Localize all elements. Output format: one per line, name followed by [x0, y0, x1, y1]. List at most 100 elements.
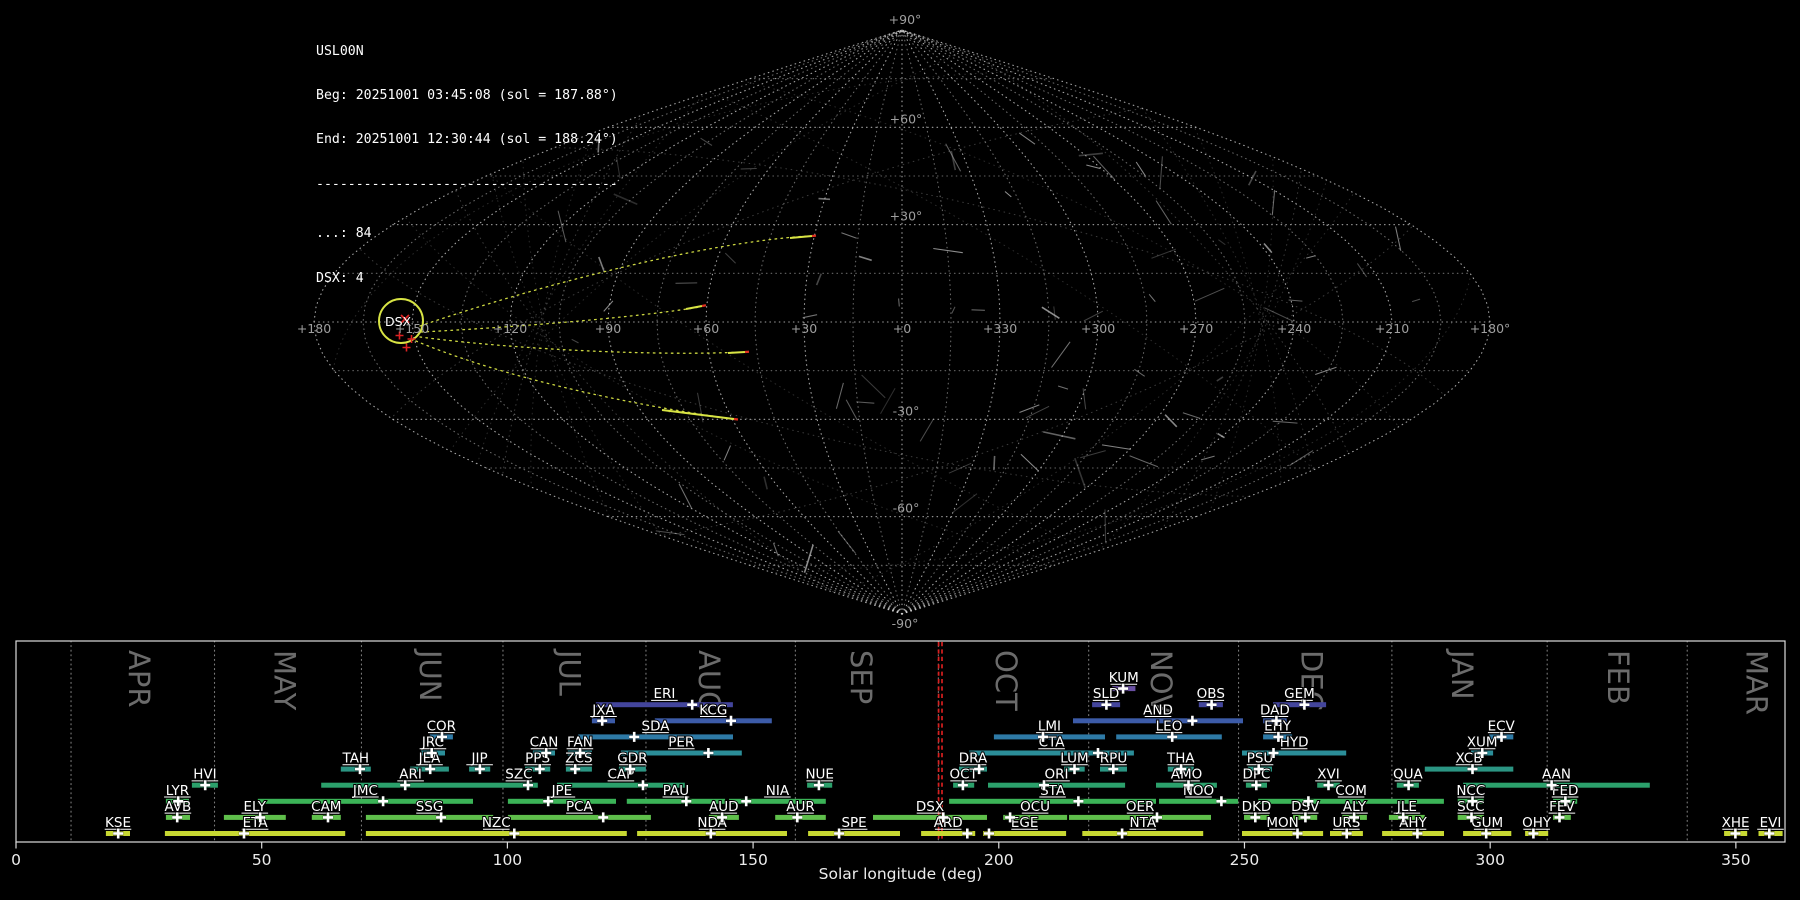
meteor-dash: [972, 310, 985, 311]
meteor-dash: [1130, 456, 1158, 467]
x-tick-label: 150: [738, 851, 768, 869]
month-label: JUN: [413, 648, 447, 701]
meteor-dash: [1054, 306, 1056, 319]
station-id: USL00N: [316, 45, 618, 60]
meteor-dash: [899, 299, 900, 307]
meteor-dash: [679, 484, 691, 508]
observation-info-panel: USL00N Beg: 20251001 03:45:08 (sol = 187…: [316, 15, 618, 301]
peak-marker-PER: [703, 748, 713, 758]
shower-label-COM: COM: [1335, 783, 1367, 799]
lon-label: +270: [1179, 321, 1213, 336]
meteor-dash: [1043, 432, 1075, 439]
meteor-dash: [1086, 165, 1100, 169]
meteor-dash: [1019, 405, 1039, 413]
peak-marker-STA: [1073, 796, 1083, 806]
end-time-line: End: 20251001 12:30:44 (sol = 188.24°): [316, 133, 618, 148]
x-tick-label: 200: [984, 851, 1014, 869]
lon-label: +210: [1375, 321, 1409, 336]
meteor-dash: [724, 446, 730, 461]
meteor-dash: [1195, 288, 1224, 301]
separator-line: --------------------------------------: [316, 178, 618, 193]
dsx-track-solid: [728, 352, 745, 353]
month-label: FEB: [1601, 650, 1635, 705]
meteor-dash: [838, 531, 856, 553]
meteor-dash: [604, 301, 613, 312]
month-label: OCT: [989, 650, 1023, 711]
meteor-dash: [803, 315, 817, 318]
x-tick-label: 0: [11, 851, 21, 869]
shower-label-AAN: AAN: [1542, 767, 1571, 783]
peak-marker-KCG: [726, 716, 736, 726]
begin-time-line: Beg: 20251001 03:45:08 (sol = 187.88°): [316, 89, 618, 104]
shower-bar-PCA: [508, 815, 651, 820]
dsx-track-dotted: [416, 341, 733, 419]
meteor-plus-marker: [403, 344, 411, 352]
shower-label-PER: PER: [668, 735, 694, 751]
lon-label: +330: [983, 321, 1017, 336]
peak-marker-SDA: [629, 732, 639, 742]
x-tick-label: 300: [1475, 851, 1505, 869]
shower-bar-NTA: [1082, 831, 1203, 836]
pole-label-north: +90°: [889, 12, 922, 27]
meteor-dash: [1084, 311, 1103, 321]
meteor-dash: [1021, 454, 1039, 471]
shower-bar-MON: [1242, 831, 1323, 836]
meteor-dash: [1183, 413, 1200, 418]
shower-bar-SPE: [808, 831, 900, 836]
meteor-dash: [1083, 388, 1086, 409]
meteor-dash: [741, 169, 757, 170]
meteor-dash: [856, 402, 874, 403]
shower-bar-NZC: [366, 831, 627, 836]
meteor-dash: [1058, 386, 1068, 389]
meteor-dash: [1273, 421, 1298, 423]
meteor-dash: [846, 400, 857, 420]
meteor-dash: [817, 274, 822, 285]
dsx-track-solid: [790, 236, 812, 238]
month-label: SEP: [844, 650, 878, 704]
shower-label-AND: AND: [1143, 702, 1173, 718]
lon-label: +30: [791, 321, 817, 336]
shower-bar-SSG: [366, 815, 493, 820]
dsx-track-solid: [686, 306, 702, 309]
meteor-dash: [805, 545, 814, 573]
month-label: JUL: [552, 648, 586, 696]
meteor-dash: [952, 307, 955, 314]
meteor-dash: [1080, 451, 1106, 458]
meteor-dash: [1105, 509, 1106, 542]
dsx-count-line: DSX: 4: [316, 272, 618, 287]
meteor-dash: [1249, 171, 1256, 185]
shower-label-MON: MON: [1266, 815, 1298, 831]
meteor-dash: [836, 383, 843, 409]
peak-marker-JMC: [378, 796, 388, 806]
lat-label: +30°: [890, 209, 923, 224]
shower-label-PCA: PCA: [566, 799, 594, 815]
peak-marker-EGE: [984, 829, 994, 839]
x-axis-title: Solar longitude (deg): [819, 865, 983, 883]
dsx-track-solid: [662, 410, 734, 419]
meteor-dash: [1079, 153, 1103, 155]
meteor-dash: [862, 375, 886, 398]
lon-label: +240: [1277, 321, 1311, 336]
shower-label-OCU: OCU: [1020, 799, 1050, 815]
shower-bar-DSX: [873, 815, 987, 820]
shower-label-ARI: ARI: [399, 767, 422, 783]
meteor-dash: [701, 138, 712, 145]
meteor-dash: [1201, 456, 1215, 460]
shower-bar-SDA: [578, 734, 733, 739]
meteor-dash: [1265, 308, 1294, 322]
shower-bar-EGE: [983, 831, 1066, 836]
meteor-dash: [1136, 162, 1145, 176]
activity-timeline-chart: APRMAYJUNJULAUGSEPOCTNOVDECJANFEBMARKUME…: [11, 641, 1785, 883]
meteor-dash: [1357, 263, 1366, 277]
meteor-dash: [1019, 133, 1035, 144]
meteor-dash: [1218, 434, 1225, 438]
meteor-observation-figure: DSX+90°-90°+60°+30°-30°-60°+180+150+120+…: [0, 0, 1800, 900]
shower-label-JPE: JPE: [551, 783, 573, 799]
shower-bar-KCG: [655, 718, 772, 723]
meteor-dash: [1165, 415, 1177, 427]
meteor-dash: [1289, 300, 1303, 301]
shower-label-OHY: OHY: [1522, 815, 1552, 831]
shower-label-SPE: SPE: [841, 815, 866, 831]
shower-bar-ARI: [321, 783, 500, 788]
lon-label: +180°: [1470, 321, 1511, 336]
